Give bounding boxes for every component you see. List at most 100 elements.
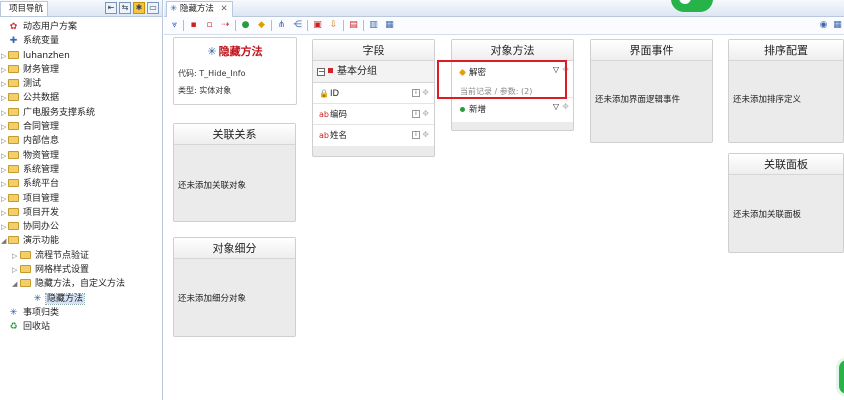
tree-item[interactable]: ▷ 项目管理 (0, 192, 162, 206)
floating-badge[interactable] (671, 0, 713, 12)
collapse-icon[interactable]: − (317, 68, 325, 76)
tree-item[interactable]: ✚ 系统变量 (0, 34, 162, 48)
minimize-icon[interactable]: ▭ (147, 2, 159, 14)
filter-icon[interactable]: ▽ (553, 102, 559, 111)
collapse-all-icon[interactable]: ⇤ (105, 2, 117, 14)
info-icon[interactable]: i (412, 131, 420, 139)
layout-icon[interactable]: ▦ (831, 19, 844, 32)
hide-method-icon[interactable]: ◆ (255, 19, 268, 32)
tree-item[interactable]: ▷ 系统平台 (0, 177, 162, 191)
tree-item[interactable]: ▷ 协同办公 (0, 220, 162, 234)
entity-title: ✳ 隐藏方法 (207, 45, 263, 58)
collapsed-arrow-icon[interactable]: ▷ (1, 138, 7, 145)
add-method-icon[interactable]: ● (239, 19, 252, 32)
tree-item[interactable]: ▷ 测试 (0, 77, 162, 91)
editor-tabbar: ✳ 隐藏方法 ✕ (164, 0, 844, 17)
folder-icon (8, 107, 19, 116)
tree-item[interactable]: ▷ 广电服务支撑系统 (0, 106, 162, 120)
tree-item[interactable]: ▷ 合同管理 (0, 120, 162, 134)
expanded-arrow-icon[interactable]: ◢ (1, 238, 7, 245)
tree-item[interactable]: ▷ 流程节点验证 (0, 249, 162, 263)
link-editor-icon[interactable]: ⇆ (119, 2, 131, 14)
move-icon[interactable]: ✥ (422, 109, 429, 119)
relation-icon[interactable]: ⋔ (275, 19, 288, 32)
editor-tab[interactable]: ✳ 隐藏方法 ✕ (166, 1, 233, 17)
collapsed-arrow-icon[interactable]: ▷ (1, 109, 7, 116)
field-group-label: 基本分组 (337, 66, 377, 77)
field-row-code[interactable]: ab编码 i ✥ (313, 104, 434, 125)
tree-item-label: 隐藏方法 (44, 292, 86, 305)
panel-icon[interactable]: ▤ (347, 19, 360, 32)
expanded-arrow-icon[interactable]: ◢ (12, 281, 18, 288)
edit-field-icon[interactable]: ⇢ (219, 19, 232, 32)
collapsed-arrow-icon[interactable]: ▷ (12, 267, 18, 274)
tree-item-label: 内部信息 (23, 136, 60, 147)
tree-item[interactable]: ▷ 项目开发 (0, 206, 162, 220)
field-group[interactable]: − 基本分组 (313, 61, 434, 83)
collapsed-arrow-icon[interactable]: ▷ (1, 224, 7, 231)
expand-icon[interactable]: ⩔ (168, 19, 181, 32)
collapsed-arrow-icon[interactable]: ▷ (1, 124, 7, 131)
tree-item[interactable]: ♻ 回收站 (0, 320, 162, 334)
tree-item-label: 动态用户方案 (23, 22, 78, 32)
tree-item[interactable]: ▷ 内部信息 (0, 134, 162, 148)
collapsed-arrow-icon[interactable]: ▷ (1, 66, 7, 73)
collapsed-arrow-icon[interactable]: ▷ (1, 195, 7, 202)
project-tree: ✿ 动态用户方案 ✚ 系统变量 ▷ luhanzhen ▷ 财务管理 ▷ 测试 ▷ 公共数据 ▷ 广电服务… (0, 17, 162, 335)
tree-item[interactable]: ▷ 物资管理 (0, 149, 162, 163)
folder-icon (8, 150, 19, 159)
entity-icon: ✿ (9, 22, 18, 32)
info-icon[interactable]: i (412, 89, 420, 97)
delete-field-icon[interactable]: ▫ (203, 19, 216, 32)
tree-item-label: 事项归类 (23, 307, 60, 318)
table-icon[interactable]: ▦ (383, 19, 396, 32)
folder-icon (8, 164, 19, 173)
book-icon[interactable]: ▥ (367, 19, 380, 32)
tree-item-label: 财务管理 (23, 64, 60, 75)
tree-item[interactable]: ◢ 演示功能 (0, 234, 162, 248)
floating-action[interactable] (836, 357, 844, 397)
tree-item[interactable]: ✿ 动态用户方案 (0, 20, 162, 34)
event-icon[interactable]: ▣ (311, 19, 324, 32)
info-icon[interactable]: i (412, 110, 420, 118)
tree-item-label: 隐藏方法，自定义方法 (35, 279, 126, 290)
recycle-bin-icon: ♻ (9, 322, 18, 333)
sort-config-empty: 还未添加排序定义 (733, 95, 802, 105)
field-icon: ab (319, 110, 329, 119)
project-navigator: 项目导航 ⇤ ⇆ ✱ ▭ ✿ 动态用户方案 ✚ 系统变量 ▷ luhanzhen ▷ 财务管理… (0, 0, 163, 400)
relation-tree-icon[interactable]: ⋲ (291, 19, 304, 32)
settings-icon[interactable]: ✱ (133, 2, 145, 14)
tree-item[interactable]: ◢ 隐藏方法，自定义方法 (0, 277, 162, 291)
collapsed-arrow-icon[interactable]: ▷ (1, 152, 7, 159)
sort-icon[interactable]: ⇩ (327, 19, 340, 32)
collapsed-arrow-icon[interactable]: ▷ (1, 166, 7, 173)
folder-icon (8, 50, 19, 59)
field-row-id[interactable]: 🔒ID i ✥ (313, 83, 434, 104)
field-row-name[interactable]: ab姓名 i ✥ (313, 125, 434, 146)
tree-item[interactable]: ▷ 系统管理 (0, 163, 162, 177)
tree-item[interactable]: ▷ 财务管理 (0, 63, 162, 77)
collapsed-arrow-icon[interactable]: ▷ (1, 209, 7, 216)
entity-icon: ✚ (9, 36, 18, 47)
move-icon[interactable]: ✥ (422, 88, 429, 98)
move-icon[interactable]: ✥ (422, 130, 429, 140)
tree-item[interactable]: ✳ 隐藏方法 (0, 292, 162, 306)
tree-item[interactable]: ✳ 事项归类 (0, 306, 162, 320)
highlight-box (437, 60, 567, 99)
refresh-icon[interactable]: ◉ (817, 19, 830, 32)
collapsed-arrow-icon[interactable]: ▷ (1, 181, 7, 188)
collapsed-arrow-icon[interactable]: ▷ (1, 95, 7, 102)
tree-item[interactable]: ▷ luhanzhen (0, 49, 162, 63)
entity-type: 类型: 实体对象 (178, 86, 232, 95)
tree-item[interactable]: ▷ 公共数据 (0, 91, 162, 105)
tree-item[interactable]: ▷ 网格样式设置 (0, 263, 162, 277)
navigator-tab[interactable]: 项目导航 (0, 1, 49, 16)
move-icon[interactable]: ✥ (562, 102, 569, 111)
add-field-icon[interactable]: ▪ (187, 19, 200, 32)
tree-item-label: 项目管理 (23, 193, 60, 204)
method-row-add[interactable]: 新增 ▽ ✥ (452, 98, 573, 122)
collapsed-arrow-icon[interactable]: ▷ (1, 52, 7, 59)
close-icon[interactable]: ✕ (221, 4, 228, 14)
collapsed-arrow-icon[interactable]: ▷ (1, 81, 7, 88)
collapsed-arrow-icon[interactable]: ▷ (12, 252, 18, 259)
